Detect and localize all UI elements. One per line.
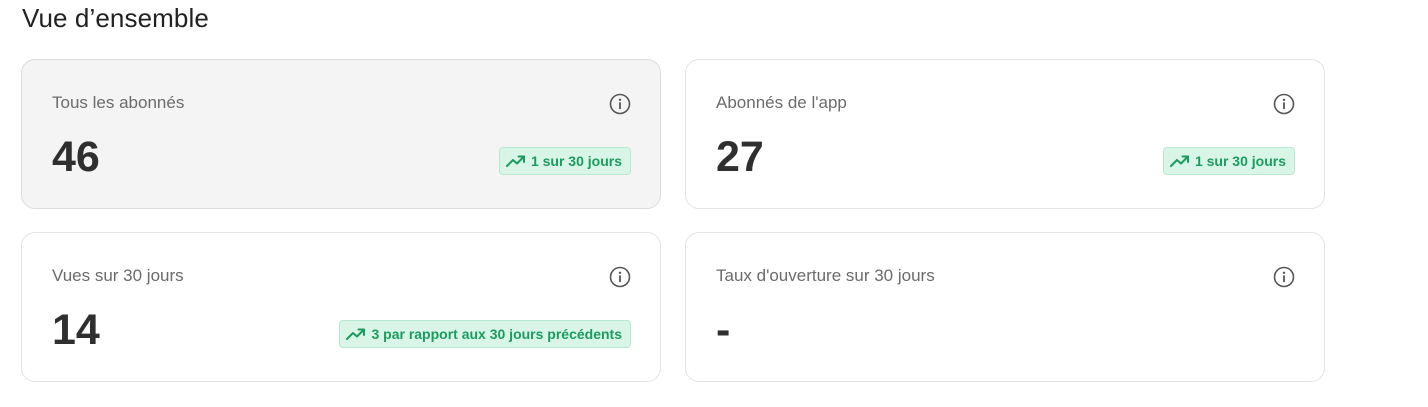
stat-card-views-30-days[interactable]: Vues sur 30 jours 14 3 par rapport aux 3… bbox=[21, 232, 661, 382]
info-icon[interactable] bbox=[609, 93, 631, 115]
stat-card-open-rate-30-days[interactable]: Taux d'ouverture sur 30 jours - bbox=[685, 232, 1325, 382]
info-icon[interactable] bbox=[1273, 93, 1295, 115]
stat-card-label: Vues sur 30 jours bbox=[52, 266, 184, 285]
trend-badge: 1 sur 30 jours bbox=[1162, 147, 1295, 175]
stat-card-app-subscribers[interactable]: Abonnés de l'app 27 1 sur 30 jours bbox=[685, 59, 1325, 209]
stat-card-value: 46 bbox=[52, 133, 100, 181]
section-title: Vue d’ensemble bbox=[22, 3, 209, 33]
trend-text: 3 par rapport aux 30 jours précédents bbox=[371, 326, 622, 342]
stat-card-label: Abonnés de l'app bbox=[716, 93, 847, 112]
stat-card-label: Tous les abonnés bbox=[52, 93, 185, 112]
trending-up-icon bbox=[346, 327, 366, 341]
trend-badge: 3 par rapport aux 30 jours précédents bbox=[339, 320, 631, 348]
trend-badge: 1 sur 30 jours bbox=[498, 147, 631, 175]
stat-card-label: Taux d'ouverture sur 30 jours bbox=[716, 266, 935, 285]
stat-card-all-subscribers[interactable]: Tous les abonnés 46 1 sur 30 jours bbox=[21, 59, 661, 209]
info-icon[interactable] bbox=[609, 266, 631, 288]
trend-text: 1 sur 30 jours bbox=[530, 153, 622, 169]
trending-up-icon bbox=[505, 154, 526, 168]
trend-text: 1 sur 30 jours bbox=[1194, 153, 1286, 169]
stats-grid: Tous les abonnés 46 1 sur 30 jours Abonn… bbox=[21, 59, 1325, 382]
stat-card-value: 27 bbox=[716, 133, 764, 181]
trending-up-icon bbox=[1169, 154, 1190, 168]
stat-card-value: - bbox=[716, 306, 731, 354]
stat-card-value: 14 bbox=[52, 306, 100, 354]
info-icon[interactable] bbox=[1273, 266, 1295, 288]
